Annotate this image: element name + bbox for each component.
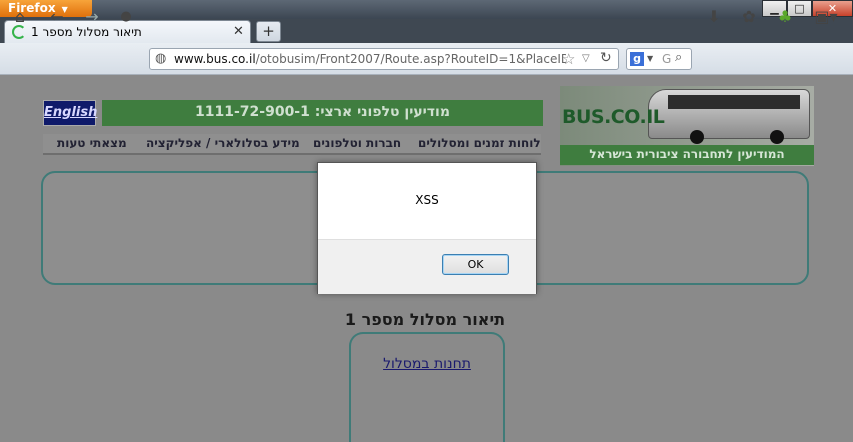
bookmarks-menu-icon[interactable]: ▣▾ <box>810 7 842 26</box>
back-arrow-icon[interactable]: ← <box>47 7 67 26</box>
alert-message: XSS <box>415 193 439 207</box>
url-path: /otobusim/Front2007/Route.asp?RouteID=1&… <box>255 52 566 66</box>
ok-button[interactable]: OK <box>442 254 509 275</box>
palette-icon[interactable]: ✿ <box>739 7 759 26</box>
url-text: www.bus.co.il/otobusim/Front2007/Route.a… <box>174 52 566 66</box>
tab-title: תיאור מסלול מספר 1 <box>31 25 142 39</box>
home-icon[interactable]: ⌂ <box>10 7 30 26</box>
route-title: תיאור מסלול מספר 1 <box>344 310 506 329</box>
search-placeholder: G <box>662 52 672 66</box>
menu-item-report-error[interactable]: מצאתי טעות <box>57 136 127 150</box>
stations-panel <box>349 332 505 442</box>
alert-dialog: XSS OK <box>317 162 537 294</box>
new-tab-button[interactable]: + <box>256 21 281 42</box>
logo-text: BUS.CO.IL <box>562 106 665 128</box>
site-identity-icon[interactable]: ● <box>116 9 136 24</box>
tab-close-icon[interactable]: ✕ <box>233 24 244 39</box>
loading-spinner-icon <box>12 25 26 39</box>
url-history-dropdown-icon[interactable]: ▽ <box>582 53 590 64</box>
bus-wheel <box>690 130 704 144</box>
alert-footer: OK <box>318 239 536 294</box>
search-bar[interactable]: g ▼ G ⌕ <box>626 48 692 70</box>
addon-icon[interactable]: ♣ <box>775 7 795 26</box>
chevron-down-icon[interactable]: ▼ <box>647 54 653 63</box>
bookmark-star-icon[interactable]: ☆ <box>562 50 575 68</box>
google-search-engine-icon[interactable]: g <box>630 52 644 66</box>
menu-item-companies[interactable]: חברות וטלפונים <box>313 136 401 150</box>
menu-item-mobile[interactable]: מידע בסלולארי / אפליקציה <box>146 136 300 150</box>
url-domain: www.bus.co.il <box>174 52 256 66</box>
search-icon[interactable]: ⌕ <box>675 50 682 65</box>
menu-item-timetables[interactable]: לוחות זמנים ומסלולים <box>418 136 541 150</box>
reload-icon[interactable]: ↻ <box>600 50 612 66</box>
url-bar[interactable]: ◍ www.bus.co.il/otobusim/Front2007/Route… <box>149 48 619 70</box>
bus-window <box>668 95 800 109</box>
stations-link[interactable]: תחנות במסלול <box>349 356 505 372</box>
phone-info: מודיעין טלפוני ארצי: 1111-72-900-1 <box>195 104 450 120</box>
globe-icon: ◍ <box>155 51 167 66</box>
forward-arrow-icon[interactable]: → <box>82 7 102 26</box>
downloads-icon[interactable]: ⬇ <box>704 7 724 26</box>
logo-tagline: המודיעין לתחבורה ציבורית בישראל <box>589 147 785 161</box>
english-link[interactable]: English <box>43 100 97 126</box>
bus-wheel <box>770 130 784 144</box>
